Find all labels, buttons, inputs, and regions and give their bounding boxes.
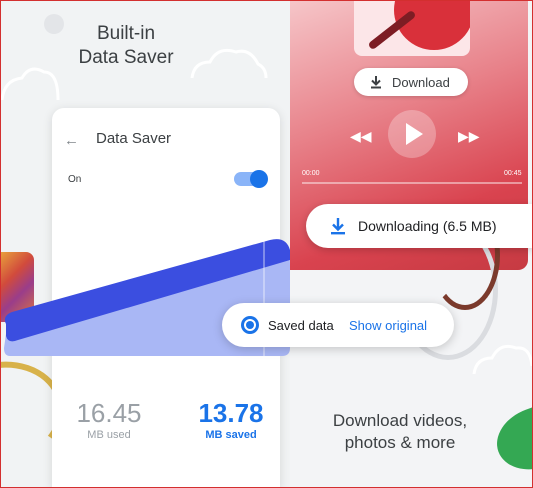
rewind-icon[interactable]: ◀◀	[350, 128, 372, 145]
fast-forward-icon[interactable]: ▶▶	[458, 128, 480, 145]
cloud-icon	[0, 67, 60, 101]
mb-saved-value: 13.78	[198, 398, 264, 428]
show-original-link[interactable]: Show original	[349, 318, 427, 333]
seek-bar[interactable]	[302, 182, 522, 184]
video-thumbnail	[354, 0, 470, 56]
builtin-data-saver-heading: Built-in Data Saver	[78, 23, 174, 68]
decorative-green-shape	[488, 396, 533, 480]
back-arrow-icon[interactable]: ←	[64, 132, 79, 149]
download-button[interactable]: Download	[354, 68, 468, 96]
saved-data-pill: Saved data Show original	[222, 303, 454, 347]
mb-saved-label: MB saved	[205, 429, 257, 441]
play-button[interactable]	[388, 110, 436, 158]
cloud-icon	[190, 48, 268, 79]
data-saver-toggle[interactable]	[234, 170, 268, 188]
time-total: 00:45	[504, 170, 522, 177]
play-icon	[406, 123, 423, 145]
mb-saved-stat: 13.78 MB saved	[194, 398, 268, 442]
downloading-label: Downloading (6.5 MB)	[358, 218, 497, 234]
data-saver-title: Data Saver	[96, 130, 172, 147]
download-icon	[371, 76, 381, 89]
toggle-label: On	[68, 174, 82, 185]
saved-data-text: Saved data	[268, 318, 334, 333]
download-button-label: Download	[392, 75, 450, 90]
time-current: 00:00	[302, 170, 320, 177]
chrome-icon	[241, 316, 259, 334]
decorative-dot	[44, 14, 64, 34]
mb-used-value: 16.45	[76, 398, 142, 428]
download-videos-caption: Download videos, photos & more	[332, 411, 468, 452]
downloading-card[interactable]: Downloading (6.5 MB)	[306, 204, 532, 248]
mb-used-label: MB used	[87, 429, 131, 441]
toggle-knob	[250, 170, 268, 188]
mb-used-stat: 16.45 MB used	[72, 398, 146, 442]
download-icon	[331, 218, 345, 235]
